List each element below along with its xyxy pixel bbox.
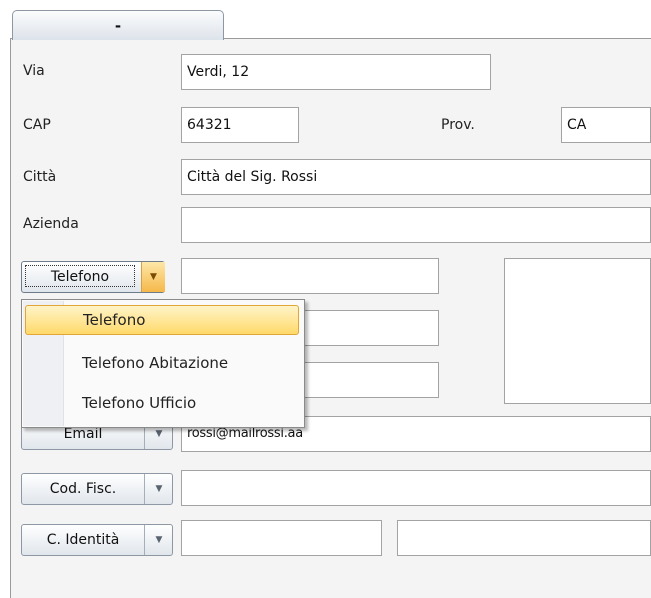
citta-label: Città (23, 169, 57, 185)
prov-label: Prov. (441, 117, 475, 133)
azienda-field[interactable] (181, 207, 651, 243)
azienda-label: Azienda (23, 216, 79, 232)
dropdown-item-telefono[interactable]: Telefono (25, 305, 299, 335)
tab-main[interactable]: - (12, 10, 224, 40)
dropdown-item-telefono-abitazione[interactable]: Telefono Abitazione (82, 354, 228, 372)
codfisc-type-combo[interactable]: Cod. Fisc. ▼ (21, 473, 173, 505)
phone-type-label: Telefono (25, 265, 135, 287)
prov-field[interactable]: CA (561, 107, 651, 143)
tab-divider (224, 38, 651, 39)
chevron-down-icon[interactable]: ▼ (144, 525, 173, 555)
codfisc-field[interactable] (181, 470, 651, 506)
phone1-field[interactable] (181, 258, 439, 294)
cap-label: CAP (23, 117, 51, 133)
chevron-down-icon[interactable]: ▼ (141, 262, 165, 292)
phone-type-dropdown: Telefono Telefono Abitazione Telefono Uf… (21, 299, 305, 428)
identita-type-combo[interactable]: C. Identità ▼ (21, 524, 173, 556)
identita-type-label: C. Identità (46, 532, 120, 548)
notes-box[interactable] (504, 258, 651, 404)
identita-field-2[interactable] (397, 520, 651, 556)
citta-field[interactable]: Città del Sig. Rossi (181, 159, 651, 195)
dropdown-item-telefono-ufficio[interactable]: Telefono Ufficio (82, 394, 196, 412)
identita-field-1[interactable] (181, 520, 382, 556)
chevron-down-icon[interactable]: ▼ (144, 474, 173, 504)
codfisc-type-label: Cod. Fisc. (49, 481, 117, 497)
via-label: Via (23, 63, 45, 79)
phone-type-combo[interactable]: Telefono ▼ (21, 261, 165, 293)
cap-field[interactable]: 64321 (181, 107, 299, 143)
via-field[interactable]: Verdi, 12 (181, 54, 491, 90)
